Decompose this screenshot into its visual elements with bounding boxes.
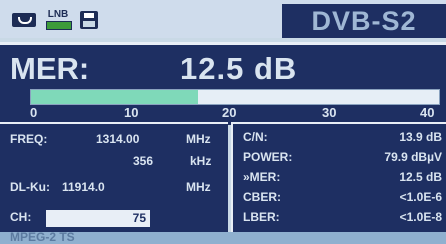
modulation-standard: DVB-S2 xyxy=(282,4,446,38)
cber-value: <1.0E-6 xyxy=(399,190,442,204)
cber-label: CBER: xyxy=(243,190,281,204)
channel-value: 75 xyxy=(132,211,146,225)
stream-type-label: MPEG-2 TS xyxy=(10,230,75,244)
freq-label: FREQ: xyxy=(10,132,48,146)
power-value: 79.9 dBµV xyxy=(384,150,442,164)
stream-type-bar: MPEG-2 TS xyxy=(0,230,446,244)
mer-panel: MER: 12.5 dB 0 10 20 30 40 xyxy=(0,42,446,125)
scale-tick-0: 0 xyxy=(30,105,38,120)
mer-label: MER: xyxy=(10,51,90,86)
lnb-label: LNB xyxy=(47,9,69,20)
power-label: POWER: xyxy=(243,150,293,164)
channel-field[interactable]: 75 xyxy=(46,210,150,227)
dl-unit: MHz xyxy=(186,180,211,194)
cn-label: C/N: xyxy=(243,130,268,144)
channel-label: CH: xyxy=(10,210,32,224)
tuning-panel: FREQ: 1314.00 MHz 356 kHz DL-Ku: 11914.0… xyxy=(0,122,228,234)
mer-value: 12.5 dB xyxy=(180,51,298,86)
dl-value: 11914.0 xyxy=(62,180,105,194)
scale-tick-40: 40 xyxy=(420,105,435,120)
save-disk-icon[interactable] xyxy=(80,11,98,29)
scale-tick-10: 10 xyxy=(124,105,139,120)
status-bar: LNB DVB-S2 xyxy=(0,0,446,38)
lber-value: <1.0E-8 xyxy=(399,210,442,224)
cn-value: 13.9 dB xyxy=(399,130,442,144)
meter-screen: LNB DVB-S2 MER: 12.5 dB 0 10 20 30 40 FR… xyxy=(0,0,446,244)
dl-label: DL-Ku: xyxy=(10,180,50,194)
mer-row-label: »MER: xyxy=(243,170,281,184)
freq-unit: MHz xyxy=(186,132,211,146)
lnb-power-bar xyxy=(46,21,72,30)
scale-tick-20: 20 xyxy=(222,105,237,120)
lber-label: LBER: xyxy=(243,210,280,224)
offset-unit: kHz xyxy=(190,154,212,168)
mer-bar xyxy=(30,89,440,105)
lnb-power-icon: LNB xyxy=(42,10,74,30)
freq-value[interactable]: 1314.00 xyxy=(96,132,139,146)
mer-row-value: 12.5 dB xyxy=(399,170,442,184)
offset-value: 356 xyxy=(133,154,154,168)
measurement-panel: C/N: 13.9 dB POWER: 79.9 dBµV »MER: 12.5… xyxy=(231,122,446,234)
mer-bar-fill xyxy=(31,90,199,104)
status-icons: LNB xyxy=(12,9,98,31)
scale-tick-30: 30 xyxy=(322,105,337,120)
satellite-dish-icon xyxy=(12,13,36,27)
